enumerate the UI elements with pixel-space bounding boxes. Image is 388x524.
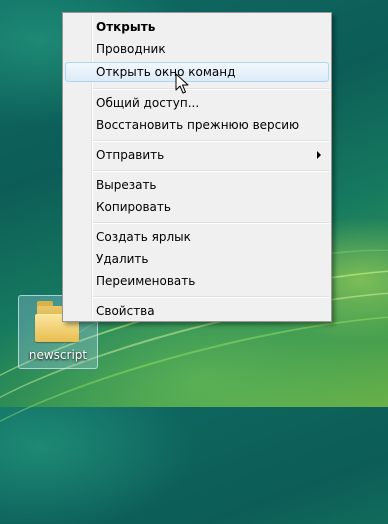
- menu-item-explorer[interactable]: Проводник: [65, 39, 329, 59]
- menu-separator: [93, 170, 329, 172]
- menu-item-send-to-label: Отправить: [96, 148, 165, 162]
- menu-item-open-command-window[interactable]: Открыть окно команд: [65, 62, 329, 82]
- menu-item-copy[interactable]: Копировать: [65, 197, 329, 217]
- menu-item-rename[interactable]: Переименовать: [65, 271, 329, 291]
- desktop[interactable]: newscript Открыть Проводник Открыть окно…: [0, 0, 388, 524]
- menu-separator: [93, 88, 329, 90]
- menu-item-properties[interactable]: Свойства: [65, 301, 329, 321]
- desktop-icon-label: newscript: [28, 348, 88, 362]
- menu-item-delete[interactable]: Удалить: [65, 249, 329, 269]
- menu-item-open[interactable]: Открыть: [65, 17, 329, 37]
- mouse-pointer-icon: [175, 73, 189, 94]
- submenu-arrow-icon: [317, 151, 321, 159]
- menu-item-send-to[interactable]: Отправить: [65, 145, 329, 165]
- menu-separator: [93, 222, 329, 224]
- menu-item-cut[interactable]: Вырезать: [65, 175, 329, 195]
- menu-item-create-shortcut[interactable]: Создать ярлык: [65, 227, 329, 247]
- context-menu: Открыть Проводник Открыть окно команд Об…: [62, 12, 332, 322]
- menu-item-restore-previous-version[interactable]: Восстановить прежнюю версию: [65, 115, 329, 135]
- menu-item-share[interactable]: Общий доступ...: [65, 93, 329, 113]
- menu-separator: [93, 296, 329, 298]
- menu-separator: [93, 140, 329, 142]
